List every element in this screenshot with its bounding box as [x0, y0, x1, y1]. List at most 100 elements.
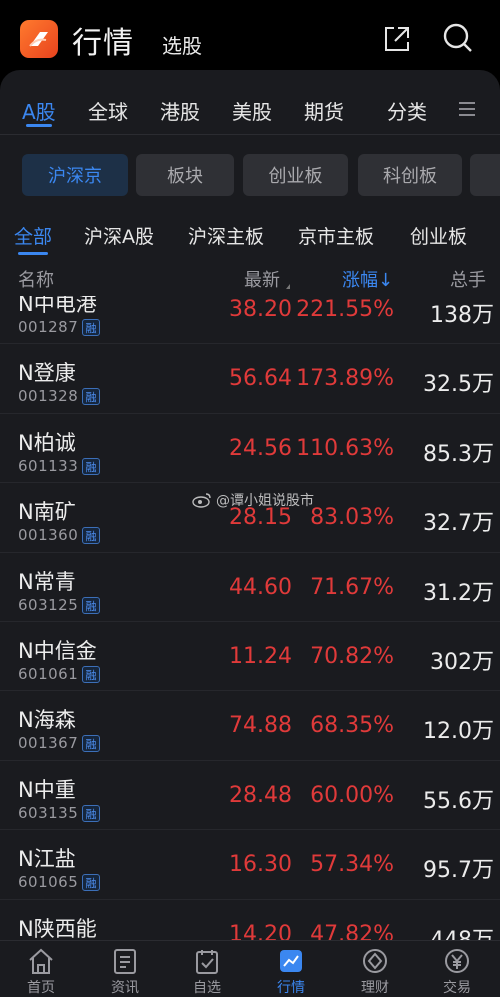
- stock-name: N登康: [18, 361, 76, 386]
- active-tab-indicator: [26, 124, 52, 127]
- total-volume: 32.7万: [423, 511, 494, 537]
- stock-code: 001367: [18, 734, 79, 753]
- page-title: 行情: [72, 26, 134, 61]
- change-percent: 57.34%: [310, 852, 394, 878]
- change-percent: 70.82%: [310, 643, 394, 669]
- margin-badge: 融: [82, 527, 100, 545]
- pill-sector[interactable]: 板块: [136, 154, 234, 196]
- latest-price: 16.30: [229, 852, 292, 878]
- share-icon[interactable]: [382, 24, 412, 58]
- pill-chinext[interactable]: 创业板: [243, 154, 348, 196]
- total-volume: 12.0万: [423, 719, 494, 745]
- nav-trade[interactable]: 交易: [422, 947, 492, 997]
- stock-name: N海森: [18, 708, 76, 733]
- total-volume: 138万: [430, 303, 494, 328]
- change-percent: 47.82%: [310, 921, 394, 941]
- subtab-main-board[interactable]: 沪深主板: [188, 222, 264, 249]
- margin-badge: 融: [82, 388, 100, 406]
- change-percent: 68.35%: [310, 713, 394, 739]
- total-volume: 302万: [430, 649, 494, 675]
- column-header-change[interactable]: 涨幅↓: [342, 266, 393, 292]
- nav-news[interactable]: 资讯: [90, 947, 160, 997]
- sort-corner-icon: [286, 284, 290, 289]
- column-header-volume[interactable]: 总手: [450, 266, 486, 292]
- table-row[interactable]: N陕西能 14.20 47.82% 448万: [0, 900, 500, 941]
- stock-name: N中信金: [18, 638, 97, 663]
- tab-us[interactable]: 美股: [232, 96, 272, 125]
- stock-code: 603125: [18, 595, 79, 614]
- margin-badge: 融: [82, 596, 100, 614]
- stock-name: N中重: [18, 777, 76, 802]
- app-bar: 行情 选股: [0, 0, 500, 78]
- app-logo-icon: [20, 20, 58, 58]
- margin-badge: 融: [82, 804, 100, 822]
- quote-list[interactable]: N中电港 001287 38.20 221.55% 138万融 N登康 001328 56.6…: [0, 296, 500, 941]
- pill-more[interactable]: [470, 154, 500, 196]
- margin-badge: 融: [82, 874, 100, 892]
- total-volume: 448万: [430, 927, 494, 941]
- nav-home[interactable]: 首页: [6, 947, 76, 997]
- tab-futures[interactable]: 期货: [304, 96, 344, 125]
- change-percent: 221.55%: [296, 297, 394, 322]
- tab-category[interactable]: 分类: [387, 96, 427, 125]
- table-row[interactable]: N登康 001328 56.64 173.89% 32.5万融: [0, 344, 500, 414]
- latest-price: 11.24: [229, 643, 292, 669]
- column-header-name: 名称: [18, 270, 54, 291]
- watermark-text: @谭小姐说股市: [216, 493, 314, 509]
- menu-icon[interactable]: [458, 100, 476, 122]
- table-row[interactable]: N中电港 001287 38.20 221.55% 138万融: [0, 296, 500, 345]
- change-percent: 71.67%: [310, 574, 394, 600]
- market-chart-icon: [280, 950, 302, 972]
- stock-code: 601065: [18, 873, 79, 892]
- nav-watchlist[interactable]: 自选: [172, 947, 242, 997]
- tab-a-shares[interactable]: A股: [22, 96, 56, 125]
- total-volume: 85.3万: [423, 441, 494, 467]
- tab-global[interactable]: 全球: [88, 96, 128, 125]
- total-volume: 95.7万: [423, 858, 494, 884]
- stock-code: 603135: [18, 803, 79, 822]
- tab-hk[interactable]: 港股: [160, 96, 200, 125]
- table-row[interactable]: N中重 603135 28.48 60.00% 55.6万融: [0, 761, 500, 831]
- pill-hushenjing[interactable]: 沪深京: [22, 154, 128, 196]
- pill-star-market[interactable]: 科创板: [358, 154, 462, 196]
- stock-code: 601061: [18, 664, 79, 683]
- latest-price: 28.48: [229, 782, 292, 808]
- weibo-icon: [192, 493, 211, 508]
- change-percent: 83.03%: [310, 505, 394, 531]
- table-row[interactable]: N常青 603125 44.60 71.67% 31.2万融: [0, 553, 500, 622]
- total-volume: 32.5万: [423, 372, 494, 398]
- margin-badge: 融: [82, 735, 100, 753]
- table-row[interactable]: N柏诚 601133 24.56 110.63% 85.3万融: [0, 414, 500, 484]
- subtab-chinext[interactable]: 创业板: [410, 222, 467, 249]
- margin-badge: 融: [82, 665, 100, 683]
- margin-badge: 融: [82, 457, 100, 475]
- subtab-all[interactable]: 全部: [14, 222, 52, 249]
- nav-market[interactable]: 行情: [256, 947, 326, 997]
- table-row[interactable]: N江盐 601065 16.30 57.34% 95.7万融: [0, 830, 500, 900]
- column-header-price[interactable]: 最新: [244, 266, 280, 292]
- stock-name: N江盐: [18, 847, 76, 872]
- subtab-bj-main[interactable]: 京市主板: [298, 222, 374, 249]
- stock-code: 001360: [18, 526, 79, 545]
- stock-code: 601133: [18, 456, 79, 475]
- nav-wealth[interactable]: 理财: [340, 947, 410, 997]
- watchlist-icon: [196, 950, 218, 974]
- margin-badge: 融: [82, 319, 100, 336]
- latest-price: 24.56: [229, 435, 292, 461]
- wealth-icon: [363, 949, 387, 973]
- table-row[interactable]: N中信金 601061 11.24 70.82% 302万融: [0, 622, 500, 692]
- total-volume: 31.2万: [423, 580, 494, 606]
- stock-name: N中电港: [18, 296, 97, 316]
- table-row[interactable]: N海森 001367 74.88 68.35% 12.0万融: [0, 691, 500, 761]
- stock-name: N常青: [18, 569, 76, 594]
- stock-code: 001328: [18, 387, 79, 406]
- bottom-nav: 首页 资讯 自选 行情 理财 交易: [0, 940, 500, 997]
- subtab-a-shares[interactable]: 沪深A股: [84, 222, 154, 249]
- home-icon: [29, 948, 53, 974]
- change-percent: 173.89%: [296, 366, 394, 392]
- stock-picker-link[interactable]: 选股: [162, 30, 202, 59]
- stock-name: N陕西能: [18, 916, 97, 941]
- latest-price: 14.20: [229, 921, 292, 941]
- stock-name: N柏诚: [18, 430, 76, 455]
- search-icon[interactable]: [442, 22, 474, 58]
